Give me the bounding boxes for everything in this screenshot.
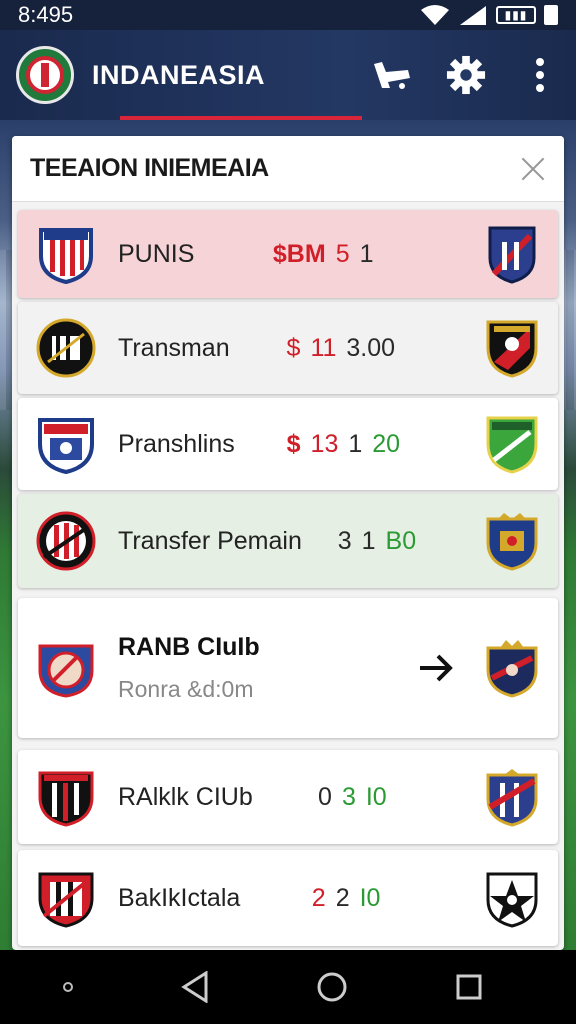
club-crest-icon (36, 318, 96, 378)
score: 3 1 B0 (338, 527, 416, 556)
score-a: 13 (310, 429, 339, 458)
gear-icon[interactable] (446, 55, 486, 95)
opponent-crest-icon (486, 640, 538, 698)
score: $ 13 1 20 (287, 430, 400, 459)
transfer-panel: TEEAION INIEMEAIA PUNIS $BM 5 1 Transman… (12, 136, 564, 950)
opponent-crest-icon (486, 320, 538, 378)
score-b: 1 (359, 239, 374, 268)
arrow-right-icon[interactable] (418, 652, 454, 684)
system-nav-bar (0, 950, 576, 1024)
score-b: 1 (361, 526, 376, 555)
list-item[interactable]: RAlklk CIUb 0 3 I0 (18, 750, 558, 844)
opponent-crest-icon (486, 769, 538, 827)
close-icon[interactable] (520, 156, 546, 182)
club-name: BakIkIctala (118, 883, 241, 912)
nav-indicator-icon (63, 982, 74, 992)
score-c: I0 (365, 782, 387, 811)
list-item[interactable]: BakIkIctala 2 2 I0 (18, 850, 558, 946)
score-a: 0 (318, 782, 332, 811)
score-c: I0 (359, 883, 381, 912)
club-crest-icon (36, 511, 96, 571)
score-a: 5 (335, 239, 350, 268)
opponent-crest-icon (486, 872, 538, 928)
panel-header: TEEAION INIEMEAIA (12, 136, 564, 202)
score-a: 2 (311, 883, 326, 912)
app-logo[interactable] (16, 46, 74, 104)
opponent-crest-icon (486, 513, 538, 571)
score-a: 3 (337, 526, 352, 555)
battery-level-icon (544, 5, 558, 25)
app-bar: INDANEASIA (0, 30, 576, 120)
score-prefix: $ (286, 333, 301, 362)
battery-icon: ▮▮▮ (496, 6, 536, 24)
status-bar: 8:495 ▮▮▮ (0, 0, 576, 30)
opponent-crest-icon (488, 226, 536, 284)
wifi-icon (421, 5, 449, 25)
home-icon[interactable] (316, 971, 348, 1003)
app-title: INDANEASIA (92, 59, 266, 90)
list-item[interactable]: Transman $ 11 3.00 (18, 302, 558, 394)
status-icons: ▮▮▮ (420, 4, 558, 26)
score-c: 20 (372, 429, 401, 458)
club-crest-icon (38, 418, 94, 474)
club-info: RANB CIuIb Ronra &d:0m (118, 633, 260, 703)
recents-icon[interactable] (455, 973, 483, 1001)
club-crest-icon (38, 872, 94, 928)
score-b: 1 (348, 429, 363, 458)
list-item[interactable]: Pranshlins $ 13 1 20 (18, 398, 558, 490)
club-name: Transman (118, 333, 230, 362)
club-crest-icon (38, 771, 94, 827)
score: $ 11 3.00 (287, 334, 396, 363)
score-prefix: $BM (272, 239, 326, 268)
score-c: B0 (385, 526, 417, 555)
club-crest-icon (38, 644, 94, 698)
score: $BM 5 1 (273, 240, 374, 269)
score-b: 3.00 (346, 333, 396, 362)
back-icon[interactable] (180, 971, 210, 1003)
score-a: 11 (310, 333, 337, 362)
list-item[interactable]: PUNIS $BM 5 1 (18, 210, 558, 298)
list-item[interactable]: Transfer Pemain 3 1 B0 (18, 494, 558, 588)
opponent-crest-icon (486, 416, 538, 474)
club-name: Transfer Pemain (118, 526, 302, 555)
panel-title: TEEAION INIEMEAIA (30, 154, 269, 182)
club-name: PUNIS (118, 239, 195, 268)
signal-icon (460, 6, 486, 25)
more-icon[interactable] (520, 55, 560, 95)
status-time: 8:495 (18, 2, 74, 27)
score-prefix: $ (286, 429, 301, 458)
list-item[interactable]: RANB CIuIb Ronra &d:0m (18, 598, 558, 738)
club-crest-icon (39, 228, 93, 284)
app-bar-actions (372, 55, 560, 95)
app-bar-accent (120, 116, 362, 120)
club-name: RAlklk CIUb (118, 782, 253, 811)
score: 2 2 I0 (312, 884, 381, 913)
club-name: RANB CIuIb (118, 633, 260, 661)
shop-icon[interactable] (372, 55, 412, 95)
score-b: 2 (335, 883, 350, 912)
score-b: 3 (341, 782, 356, 811)
score: 0 3 I0 (318, 783, 387, 812)
club-subtitle: Ronra &d:0m (118, 676, 254, 702)
club-name: Pranshlins (118, 429, 235, 458)
